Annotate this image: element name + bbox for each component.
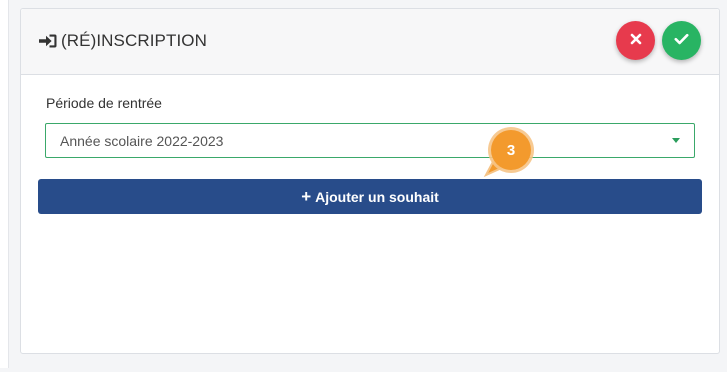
confirm-button[interactable] bbox=[662, 21, 701, 60]
chevron-down-icon bbox=[672, 138, 680, 143]
header-actions bbox=[616, 21, 701, 60]
plus-icon: + bbox=[301, 187, 312, 206]
sign-in-icon bbox=[38, 33, 58, 49]
period-select[interactable]: Année scolaire 2022-2023 bbox=[45, 123, 695, 158]
cancel-button[interactable] bbox=[616, 21, 655, 60]
panel-header: (RÉ)INSCRIPTION bbox=[21, 9, 719, 75]
period-select-value: Année scolaire 2022-2023 bbox=[60, 132, 224, 149]
period-field-label: Période de rentrée bbox=[46, 95, 162, 111]
left-sidebar-edge bbox=[0, 0, 9, 372]
panel-body: Période de rentrée Année scolaire 2022-2… bbox=[21, 75, 719, 354]
close-icon bbox=[630, 32, 642, 50]
add-wish-label: Ajouter un souhait bbox=[315, 188, 439, 205]
panel-title: (RÉ)INSCRIPTION bbox=[38, 31, 207, 51]
registration-panel: (RÉ)INSCRIPTION Période de rentrée Année… bbox=[20, 8, 720, 354]
panel-title-text: (RÉ)INSCRIPTION bbox=[61, 31, 207, 50]
add-wish-button[interactable]: + Ajouter un souhait bbox=[38, 179, 702, 214]
check-icon bbox=[674, 32, 689, 50]
page-bottom-edge bbox=[0, 368, 727, 372]
